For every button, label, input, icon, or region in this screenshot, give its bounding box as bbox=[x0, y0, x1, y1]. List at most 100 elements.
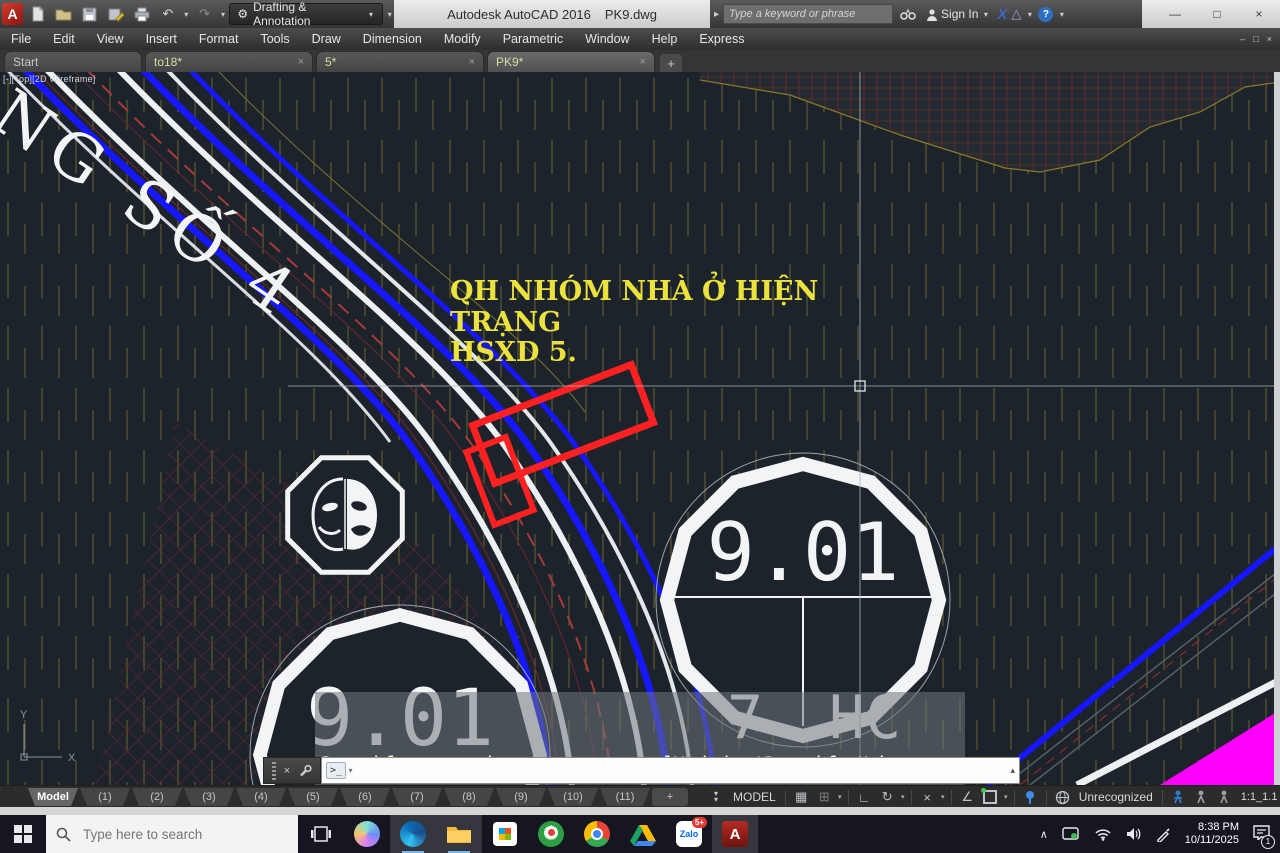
command-close-icon[interactable]: × bbox=[284, 765, 290, 777]
chrome-icon[interactable] bbox=[574, 815, 620, 853]
notification-center-icon[interactable]: 1 bbox=[1253, 824, 1270, 845]
redo-icon[interactable]: ↷ bbox=[193, 3, 217, 25]
google-drive-icon[interactable] bbox=[620, 815, 666, 853]
autocad-taskbar-icon[interactable]: A bbox=[712, 815, 758, 853]
command-expand-icon[interactable]: ▴ bbox=[1010, 765, 1015, 776]
coccoc-icon[interactable] bbox=[528, 815, 574, 853]
menu-item-format[interactable]: Format bbox=[188, 28, 250, 50]
wrench-icon[interactable] bbox=[298, 764, 312, 778]
undo-dropdown-icon[interactable]: ▾ bbox=[182, 10, 191, 19]
menu-item-view[interactable]: View bbox=[86, 28, 135, 50]
isodraft-icon[interactable]: × bbox=[916, 787, 939, 807]
exchange-apps-icon[interactable]: X bbox=[997, 6, 1007, 23]
polar-dropdown-icon[interactable]: ▾ bbox=[899, 793, 907, 801]
annotation-autoscale-icon[interactable] bbox=[1190, 787, 1213, 807]
doc-minimize-icon[interactable]: – bbox=[1240, 34, 1245, 44]
pen-icon[interactable] bbox=[1156, 827, 1171, 842]
layout-tab-5[interactable]: (5) bbox=[288, 788, 338, 806]
object-snap-dropdown-icon[interactable]: ▾ bbox=[1002, 793, 1010, 801]
menu-item-modify[interactable]: Modify bbox=[433, 28, 492, 50]
object-snap-icon[interactable] bbox=[979, 787, 1002, 807]
menu-item-parametric[interactable]: Parametric bbox=[492, 28, 574, 50]
drawing-canvas[interactable]: 9.01 bbox=[0, 72, 1280, 785]
layout-tab-10[interactable]: (10) bbox=[548, 788, 598, 806]
geolocation-label[interactable]: Unrecognized bbox=[1074, 790, 1158, 804]
file-tab-5[interactable]: 5*× bbox=[316, 51, 484, 72]
ortho-mode-icon[interactable]: ∟ bbox=[853, 787, 876, 807]
menu-item-express[interactable]: Express bbox=[688, 28, 755, 50]
save-icon[interactable] bbox=[77, 3, 101, 25]
tray-chevron-icon[interactable]: ∧ bbox=[1040, 828, 1048, 841]
workspace-switcher[interactable]: ⚙ Drafting & Annotation ▾ bbox=[229, 3, 383, 25]
layout-tab-6[interactable]: (6) bbox=[340, 788, 390, 806]
file-tab-close-icon[interactable]: × bbox=[640, 56, 646, 68]
layout-tab-7[interactable]: (7) bbox=[392, 788, 442, 806]
new-layout-button[interactable]: + bbox=[652, 788, 688, 806]
menu-item-edit[interactable]: Edit bbox=[42, 28, 86, 50]
speaker-icon[interactable] bbox=[1126, 827, 1142, 841]
a360-icon[interactable]: △ bbox=[1011, 6, 1021, 22]
menu-item-tools[interactable]: Tools bbox=[249, 28, 300, 50]
minimize-button[interactable]: — bbox=[1154, 1, 1196, 27]
annotation-visibility-icon[interactable] bbox=[1167, 787, 1190, 807]
search-go-icon[interactable]: ▸ bbox=[714, 9, 719, 20]
task-view-button[interactable] bbox=[298, 815, 344, 853]
layout-tab-8[interactable]: (8) bbox=[444, 788, 494, 806]
layout-tab-4[interactable]: (4) bbox=[236, 788, 286, 806]
annotation-scale-icon[interactable] bbox=[1213, 787, 1236, 807]
autocad-app-menu-icon[interactable]: A bbox=[2, 3, 23, 25]
polar-tracking-icon[interactable]: ↻ bbox=[876, 787, 899, 807]
file-tab-start[interactable]: Start bbox=[4, 51, 142, 72]
menu-item-draw[interactable]: Draw bbox=[301, 28, 352, 50]
command-input[interactable]: >_ ▾ ▴ bbox=[321, 757, 1020, 784]
grid-display-icon[interactable]: ▦ bbox=[790, 787, 813, 807]
layout-tab-3[interactable]: (3) bbox=[184, 788, 234, 806]
command-bar-grip[interactable]: × bbox=[263, 757, 321, 784]
taskbar-clock[interactable]: 8:38 PM 10/11/2025 bbox=[1185, 821, 1239, 847]
security-icon[interactable] bbox=[1062, 827, 1080, 841]
menu-item-help[interactable]: Help bbox=[641, 28, 689, 50]
a360-dropdown-icon[interactable]: ▾ bbox=[1025, 10, 1034, 19]
redo-dropdown-icon[interactable]: ▾ bbox=[219, 10, 228, 19]
copilot-icon[interactable] bbox=[344, 815, 390, 853]
menu-item-file[interactable]: File bbox=[0, 28, 42, 50]
menu-item-insert[interactable]: Insert bbox=[135, 28, 188, 50]
model-space-toggle[interactable]: MODEL bbox=[728, 790, 781, 804]
sign-in-button[interactable]: Sign In ▾ bbox=[923, 3, 993, 25]
layout-overflow-icon[interactable]: ▾ ▾ bbox=[714, 791, 718, 803]
maximize-button[interactable]: □ bbox=[1196, 1, 1238, 27]
pin-icon[interactable] bbox=[1019, 787, 1042, 807]
zalo-icon[interactable]: Zalo 5+ bbox=[666, 815, 712, 853]
start-button[interactable] bbox=[0, 815, 46, 853]
geolocation-globe-icon[interactable] bbox=[1051, 787, 1074, 807]
layout-tab-9[interactable]: (9) bbox=[496, 788, 546, 806]
menu-item-window[interactable]: Window bbox=[574, 28, 640, 50]
grip-dots-icon[interactable] bbox=[272, 762, 276, 780]
help-icon[interactable]: ? bbox=[1038, 7, 1053, 22]
layout-tab-11[interactable]: (11) bbox=[600, 788, 650, 806]
snap-dropdown-icon[interactable]: ▾ bbox=[836, 793, 844, 801]
menu-item-dimension[interactable]: Dimension bbox=[352, 28, 433, 50]
viewport-controls[interactable]: [-][Top][2D Wireframe] bbox=[3, 74, 95, 84]
plot-icon[interactable] bbox=[130, 3, 154, 25]
isodraft-dropdown-icon[interactable]: ▾ bbox=[939, 793, 947, 801]
help-dropdown-icon[interactable]: ▾ bbox=[1057, 10, 1066, 19]
file-tab-close-icon[interactable]: × bbox=[469, 56, 475, 68]
save-as-icon[interactable] bbox=[104, 3, 128, 25]
qat-customize-icon[interactable]: ▾ bbox=[385, 10, 394, 19]
new-file-icon[interactable] bbox=[25, 3, 49, 25]
file-explorer-icon[interactable] bbox=[436, 815, 482, 853]
help-search-input[interactable] bbox=[723, 4, 893, 24]
doc-close-icon[interactable]: × bbox=[1267, 34, 1272, 44]
open-file-icon[interactable] bbox=[51, 3, 75, 25]
doc-restore-icon[interactable]: □ bbox=[1253, 34, 1258, 44]
snap-mode-icon[interactable]: ⊞ bbox=[813, 787, 836, 807]
edge-icon[interactable] bbox=[390, 815, 436, 853]
microsoft-store-icon[interactable] bbox=[482, 815, 528, 853]
annotation-scale-value[interactable]: 1:1_1.1 bbox=[1236, 791, 1280, 803]
command-recent-dropdown-icon[interactable]: ▾ bbox=[346, 766, 355, 775]
file-tab-pk9[interactable]: PK9*× bbox=[487, 51, 655, 72]
layout-tab-2[interactable]: (2) bbox=[132, 788, 182, 806]
taskbar-search-input[interactable] bbox=[81, 826, 275, 843]
object-snap-tracking-icon[interactable]: ∠ bbox=[956, 787, 979, 807]
